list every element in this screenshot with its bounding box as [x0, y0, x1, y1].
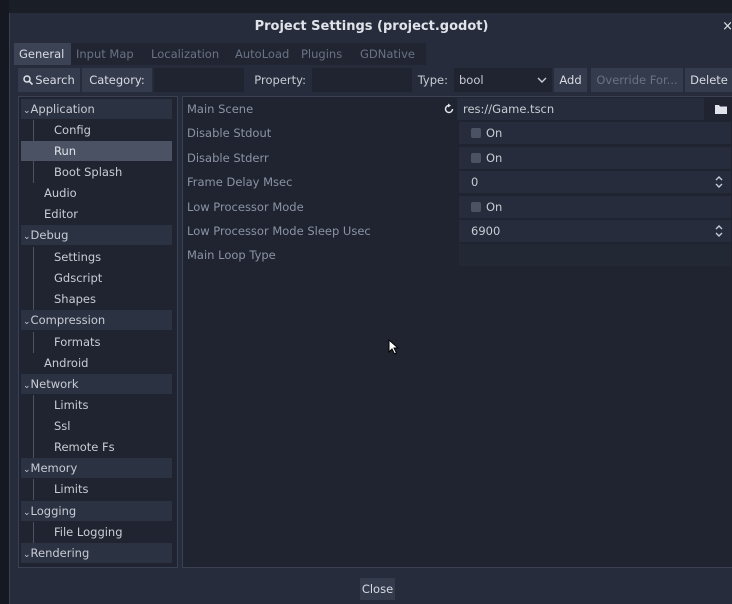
dialog-title: Project Settings (project.godot) [254, 19, 489, 34]
close-button[interactable]: Close [360, 578, 395, 600]
checkbox-icon [471, 127, 481, 138]
frame-delay-msec-spinbox[interactable]: 0 [459, 171, 731, 193]
category-label: Category: [82, 68, 152, 92]
search-icon [23, 74, 34, 85]
settings-toolbar: Search Category: Property: Type: bool Ad… [10, 68, 732, 92]
tree-item-file-logging[interactable]: File Logging [21, 522, 172, 542]
property-name: Main Loop Type [187, 248, 276, 262]
updown-arrows-icon[interactable] [715, 176, 723, 188]
property-name: Disable Stdout [187, 126, 272, 140]
project-settings-dialog: Project Settings (project.godot) × Gener… [9, 13, 732, 604]
type-select[interactable]: bool [454, 68, 552, 92]
chevron-down-icon: ⌄ [23, 550, 31, 560]
tree-item-debug[interactable]: ⌄Debug [21, 225, 172, 245]
main-scene-value[interactable]: res://Game.tscn [457, 98, 704, 120]
tree-item-logging[interactable]: ⌄Logging [21, 501, 172, 521]
tab-general[interactable]: General [14, 43, 71, 65]
property-row-low-processor-sleep: Low Processor Mode Sleep Usec 6900 [183, 219, 732, 243]
tree-item-memory[interactable]: ⌄Memory [21, 458, 172, 478]
tree-item-settings[interactable]: Settings [21, 247, 172, 267]
folder-icon[interactable] [715, 104, 727, 114]
tree-item-label: Application [30, 102, 95, 116]
search-button-label: Search [35, 73, 75, 87]
property-row-low-processor-mode: Low Processor Mode On [183, 195, 732, 219]
tree-item-label: Compression [30, 313, 106, 327]
property-name: Low Processor Mode [187, 200, 304, 214]
checkbox-label: On [486, 126, 503, 140]
property-label: Property: [254, 73, 306, 87]
tree-item-gdscript[interactable]: Gdscript [21, 268, 172, 288]
tab-input-map[interactable]: Input Map [71, 43, 146, 65]
category-tree[interactable]: ⌄Application Config Run Boot Splash Audi… [18, 96, 178, 568]
tree-item-remote-fs[interactable]: Remote Fs [21, 437, 172, 457]
tree-item-network[interactable]: ⌄Network [21, 374, 172, 394]
property-row-main-scene: Main Scene res://Game.tscn [183, 97, 732, 121]
property-row-disable-stderr: Disable Stderr On [183, 146, 732, 170]
tree-item-label: Network [30, 377, 79, 391]
low-processor-mode-checkbox[interactable]: On [459, 196, 731, 218]
property-row-main-loop-type: Main Loop Type [183, 243, 732, 267]
checkbox-icon [471, 201, 481, 212]
tree-item-memory-limits[interactable]: Limits [21, 479, 172, 499]
tab-plugins[interactable]: Plugins [296, 43, 355, 65]
tree-item-config[interactable]: Config [21, 120, 172, 140]
tree-item-rendering[interactable]: ⌄Rendering [21, 543, 172, 563]
tab-bar: General Input Map Localization AutoLoad … [10, 43, 732, 65]
property-row-disable-stdout: Disable Stdout On [183, 121, 732, 145]
spinbox-value: 6900 [471, 224, 501, 238]
property-inspector: Main Scene res://Game.tscn Disable Stdou… [182, 96, 732, 568]
property-name: Disable Stderr [187, 151, 269, 165]
low-processor-sleep-spinbox[interactable]: 6900 [459, 220, 731, 242]
tree-item-shapes[interactable]: Shapes [21, 289, 172, 309]
checkbox-icon [471, 152, 481, 163]
add-button[interactable]: Add [554, 68, 587, 92]
tree-item-label: Rendering [30, 546, 90, 560]
property-input[interactable] [312, 68, 412, 92]
chevron-down-icon: ⌄ [23, 381, 31, 391]
tree-item-formats[interactable]: Formats [21, 332, 172, 352]
tree-item-application[interactable]: ⌄Application [21, 99, 172, 119]
chevron-down-icon: ⌄ [23, 508, 31, 518]
background-window [0, 0, 9, 604]
tree-item-compression[interactable]: ⌄Compression [21, 310, 172, 330]
type-select-value: bool [459, 73, 484, 87]
type-label: Type: [417, 73, 448, 87]
tree-item-ssl[interactable]: Ssl [21, 416, 172, 436]
spinbox-value: 0 [471, 175, 479, 189]
delete-button[interactable]: Delete [685, 68, 732, 92]
disable-stderr-checkbox[interactable]: On [459, 147, 731, 169]
tab-localization[interactable]: Localization [146, 43, 230, 65]
tab-gdnative[interactable]: GDNative [355, 43, 426, 65]
checkbox-label: On [486, 200, 503, 214]
property-name: Low Processor Mode Sleep Usec [187, 224, 371, 238]
property-name: Main Scene [187, 102, 254, 116]
property-row-frame-delay-msec: Frame Delay Msec 0 [183, 170, 732, 194]
revert-icon[interactable] [443, 103, 455, 115]
tree-item-limits[interactable]: Limits [21, 395, 172, 415]
property-name: Frame Delay Msec [187, 175, 293, 189]
override-for-button[interactable]: Override For... [591, 68, 683, 92]
tree-item-audio[interactable]: Audio [21, 183, 172, 203]
chevron-down-icon: ⌄ [23, 106, 31, 116]
checkbox-label: On [486, 151, 503, 165]
close-icon[interactable]: × [719, 13, 732, 41]
tree-item-label: Logging [30, 504, 77, 518]
chevron-down-icon: ⌄ [23, 465, 31, 475]
category-input[interactable] [154, 68, 244, 92]
tree-item-android[interactable]: Android [21, 353, 172, 373]
disable-stdout-checkbox[interactable]: On [459, 122, 731, 144]
tree-item-run[interactable]: Run [21, 141, 172, 161]
tree-item-boot-splash[interactable]: Boot Splash [21, 162, 172, 182]
chevron-down-icon: ⌄ [23, 232, 31, 242]
updown-arrows-icon[interactable] [715, 225, 723, 237]
main-loop-type-input[interactable] [459, 244, 731, 266]
tree-item-label: Debug [30, 228, 69, 242]
search-button[interactable]: Search [18, 68, 80, 92]
tree-item-editor[interactable]: Editor [21, 204, 172, 224]
chevron-down-icon [537, 77, 547, 83]
mouse-cursor-icon [388, 339, 400, 355]
tree-item-label: Memory [30, 461, 78, 475]
tab-autoload[interactable]: AutoLoad [230, 43, 296, 65]
chevron-down-icon: ⌄ [23, 317, 31, 327]
